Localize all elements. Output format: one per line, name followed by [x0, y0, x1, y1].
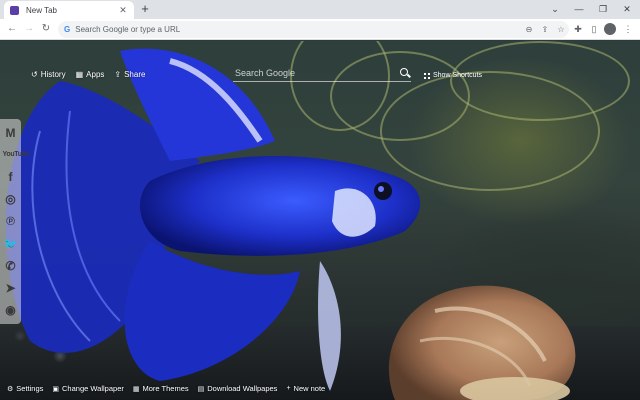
- gear-icon: ⚙: [7, 385, 14, 393]
- download-wallpapers-button[interactable]: ▤ Download Wallpapes: [198, 384, 278, 393]
- seaweed-strand: [450, 41, 630, 121]
- forward-button[interactable]: →: [22, 22, 36, 36]
- show-shortcuts-button[interactable]: Show Shortcuts: [424, 72, 482, 79]
- zoom-icon[interactable]: ⊖: [521, 25, 537, 34]
- download-icon: ▤: [197, 385, 205, 393]
- grid-icon: [424, 72, 430, 79]
- themes-icon: ▦: [132, 385, 140, 393]
- show-shortcuts-label: Show Shortcuts: [433, 72, 483, 79]
- twitter-icon[interactable]: 🐦: [3, 236, 19, 252]
- reload-button[interactable]: ↻: [39, 22, 53, 36]
- extensions-icon[interactable]: ✚: [571, 22, 585, 36]
- wallpaper-icon: ▣: [52, 385, 60, 393]
- whatsapp-icon[interactable]: ✆: [3, 258, 19, 274]
- restore-button[interactable]: ❐: [596, 2, 610, 16]
- share-label: Share: [124, 70, 146, 79]
- betta-fish-image: [5, 48, 421, 391]
- change-wallpaper-button[interactable]: ▣ Change Wallpaper: [52, 384, 123, 393]
- new-note-label: New note: [293, 384, 326, 393]
- search-input[interactable]: [233, 68, 399, 78]
- tab-new-tab[interactable]: New Tab ✕: [4, 1, 134, 19]
- top-nav: ↺ History ▦ Apps ⇪ Share: [31, 70, 145, 79]
- new-note-button[interactable]: + New note: [286, 384, 325, 393]
- gmail-icon[interactable]: M: [3, 125, 19, 141]
- share-icon: ⇪: [114, 70, 122, 79]
- search-box: [233, 65, 411, 82]
- browser-toolbar: ← → ↻ G Search Google or type a URL ⊖ ⇪ …: [0, 19, 640, 40]
- share-icon[interactable]: ⇪: [537, 25, 553, 34]
- tab-search-icon[interactable]: ⌄: [548, 2, 562, 16]
- plus-icon: +: [286, 385, 291, 392]
- close-window-button[interactable]: ✕: [620, 2, 634, 16]
- wallpaper: ↺ History ▦ Apps ⇪ Share Show Shortcuts …: [0, 41, 640, 400]
- tab-close-icon[interactable]: ✕: [118, 5, 128, 16]
- download-wallpapers-label: Download Wallpapes: [207, 384, 278, 393]
- side-panel-icon[interactable]: ▯: [587, 22, 601, 36]
- pinterest-icon[interactable]: ℗: [3, 213, 19, 229]
- tab-title: New Tab: [26, 5, 57, 15]
- google-icon: G: [64, 25, 71, 34]
- youtube-icon[interactable]: YouTube: [3, 147, 30, 163]
- instagram-icon[interactable]: ◎: [3, 191, 19, 207]
- minimize-button[interactable]: —: [572, 2, 586, 16]
- back-button[interactable]: ←: [5, 22, 19, 36]
- extension-favicon-icon: [10, 5, 19, 15]
- telegram-icon[interactable]: ➤: [3, 280, 19, 296]
- history-icon: ↺: [31, 70, 38, 79]
- apps-link[interactable]: ▦ Apps: [76, 70, 105, 79]
- facebook-icon[interactable]: f: [3, 169, 19, 185]
- bottom-bar: ⚙ Settings ▣ Change Wallpaper ▦ More The…: [7, 384, 325, 393]
- social-sidebar: M YouTube f ◎ ℗ 🐦 ✆ ➤ ◉: [0, 119, 30, 324]
- change-wallpaper-label: Change Wallpaper: [62, 384, 124, 393]
- profile-icon[interactable]: [604, 23, 616, 35]
- new-tab-button[interactable]: +: [138, 2, 152, 16]
- history-label: History: [40, 70, 66, 79]
- history-link[interactable]: ↺ History: [31, 70, 66, 79]
- star-icon[interactable]: ☆: [553, 25, 569, 34]
- address-bar[interactable]: G Search Google or type a URL ⊖ ⇪ ☆: [58, 21, 569, 38]
- menu-icon[interactable]: ⋮: [621, 22, 635, 36]
- more-themes-label: More Themes: [142, 384, 189, 393]
- more-themes-button[interactable]: ▦ More Themes: [133, 384, 189, 393]
- reddit-icon[interactable]: ◉: [3, 302, 19, 318]
- share-link[interactable]: ⇪ Share: [114, 70, 145, 79]
- settings-label: Settings: [16, 384, 44, 393]
- apps-label: Apps: [86, 70, 105, 79]
- address-bar-placeholder: Search Google or type a URL: [75, 25, 181, 34]
- settings-button[interactable]: ⚙ Settings: [7, 384, 43, 393]
- search-icon[interactable]: [399, 67, 411, 79]
- snail-image: [388, 285, 576, 400]
- apps-icon: ▦: [75, 70, 84, 79]
- tab-strip: New Tab ✕ + ⌄ — ❐ ✕: [0, 0, 640, 19]
